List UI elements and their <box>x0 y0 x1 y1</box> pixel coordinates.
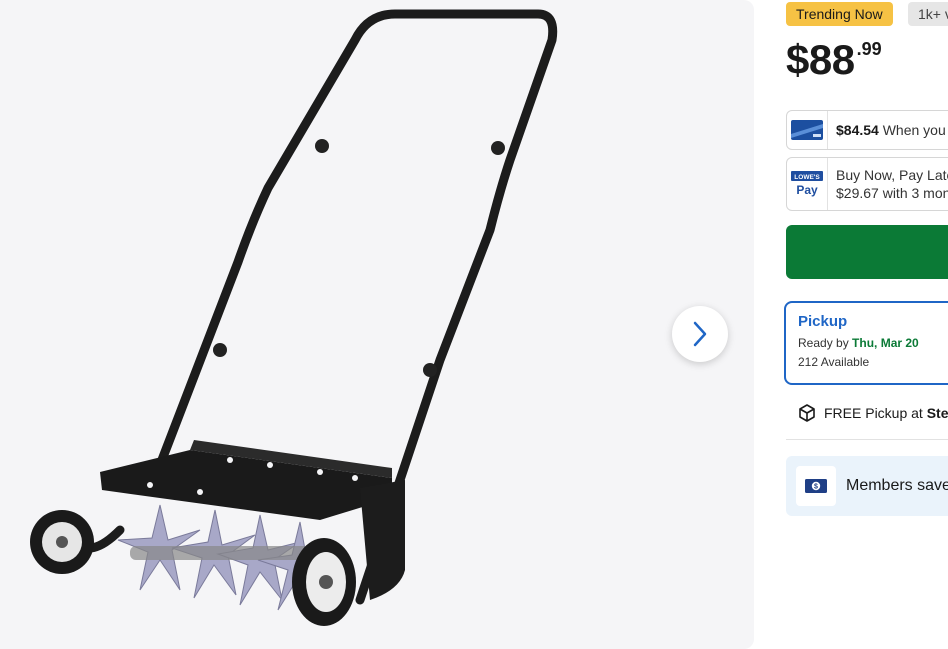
svg-text:$: $ <box>814 484 818 491</box>
add-to-cart-button[interactable] <box>786 225 948 279</box>
pay-offer-line2: $29.67 with 3 mont <box>836 185 948 201</box>
pickup-title: Pickup <box>798 313 848 330</box>
free-pickup-info: FREE Pickup at Ster <box>798 404 948 422</box>
members-text: Members save <box>846 477 948 494</box>
lowes-pay-logo-bottom: Pay <box>796 183 818 197</box>
views-badge: 1k+ v <box>908 2 948 26</box>
credit-card-offer[interactable]: $84.54 When you <box>786 110 948 150</box>
members-savings-banner[interactable]: $ Members save <box>786 456 948 516</box>
pay-offer-text: Buy Now, Pay Late $29.67 with 3 mont <box>828 166 948 202</box>
product-image-gallery[interactable] <box>0 0 754 649</box>
package-icon <box>799 404 815 422</box>
lowes-pay-logo: LOWE'S Pay <box>787 158 828 210</box>
product-price: $88.99 <box>786 36 882 84</box>
credit-card-thumb <box>787 111 828 149</box>
members-icon-box: $ <box>796 466 836 506</box>
credit-offer-text: $84.54 When you <box>828 121 946 139</box>
lowes-pay-logo-top: LOWE'S <box>794 174 820 181</box>
credit-offer-amount: $84.54 <box>836 122 879 138</box>
credit-offer-suffix: When you <box>882 122 946 138</box>
section-divider <box>786 439 948 440</box>
price-dollars: $88 <box>786 36 855 83</box>
pay-offer-line1: Buy Now, Pay Late <box>836 167 948 183</box>
free-pickup-prefix: FREE Pickup at <box>824 405 923 421</box>
pickup-option-card[interactable]: Pickup Ready by Thu, Mar 20 212 Availabl… <box>784 301 948 385</box>
free-pickup-store[interactable]: Ster <box>927 405 948 421</box>
lowes-pay-offer[interactable]: LOWE'S Pay Buy Now, Pay Late $29.67 with… <box>786 157 948 211</box>
trending-now-badge: Trending Now <box>786 2 893 26</box>
pickup-ready-line: Ready by Thu, Mar 20 <box>798 336 948 350</box>
credit-card-icon <box>791 120 823 140</box>
lowes-pay-logo-icon: LOWE'S Pay <box>791 171 823 197</box>
price-cents: .99 <box>856 39 882 59</box>
dollar-bill-icon: $ <box>805 479 827 493</box>
next-image-button[interactable] <box>672 306 728 362</box>
pickup-ready-prefix: Ready by <box>798 336 849 350</box>
lawn-aerator-product-image <box>30 9 558 626</box>
chevron-right-icon <box>693 321 707 347</box>
pickup-availability: 212 Available <box>798 355 870 369</box>
pickup-ready-date: Thu, Mar 20 <box>852 336 919 350</box>
